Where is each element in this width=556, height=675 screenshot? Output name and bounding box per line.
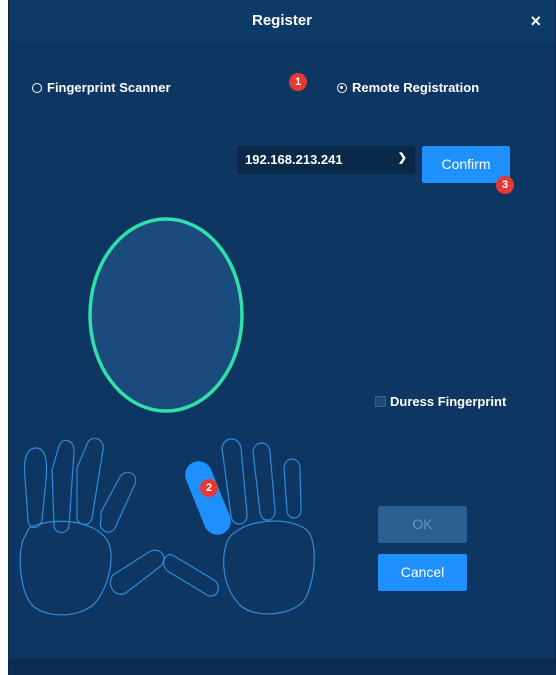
fingerprint-scan-ring — [88, 217, 244, 413]
duress-fingerprint-label: Duress Fingerprint — [390, 394, 507, 409]
left-thumb[interactable] — [109, 549, 165, 595]
right-palm — [223, 520, 315, 615]
right-ring-finger[interactable] — [252, 442, 276, 521]
left-middle-finger[interactable] — [76, 437, 104, 526]
right-pinky-finger[interactable] — [283, 458, 302, 519]
duress-fingerprint-checkbox[interactable]: Duress Fingerprint — [375, 394, 506, 409]
register-dialog: Register × Fingerprint Scanner Remote Re… — [9, 0, 555, 675]
ok-button[interactable]: OK — [378, 506, 467, 543]
left-ring-finger[interactable] — [51, 439, 75, 534]
right-index-finger-selected[interactable] — [182, 458, 235, 538]
checkbox-unchecked-icon — [375, 396, 386, 407]
step-badge-2: 2 — [200, 479, 218, 497]
left-index-finger[interactable] — [99, 471, 137, 533]
left-palm — [19, 520, 112, 616]
cancel-button[interactable]: Cancel — [378, 554, 467, 591]
left-pinky-finger[interactable] — [23, 447, 48, 529]
right-thumb[interactable] — [163, 554, 219, 597]
finger-selection-diagram — [19, 217, 315, 616]
